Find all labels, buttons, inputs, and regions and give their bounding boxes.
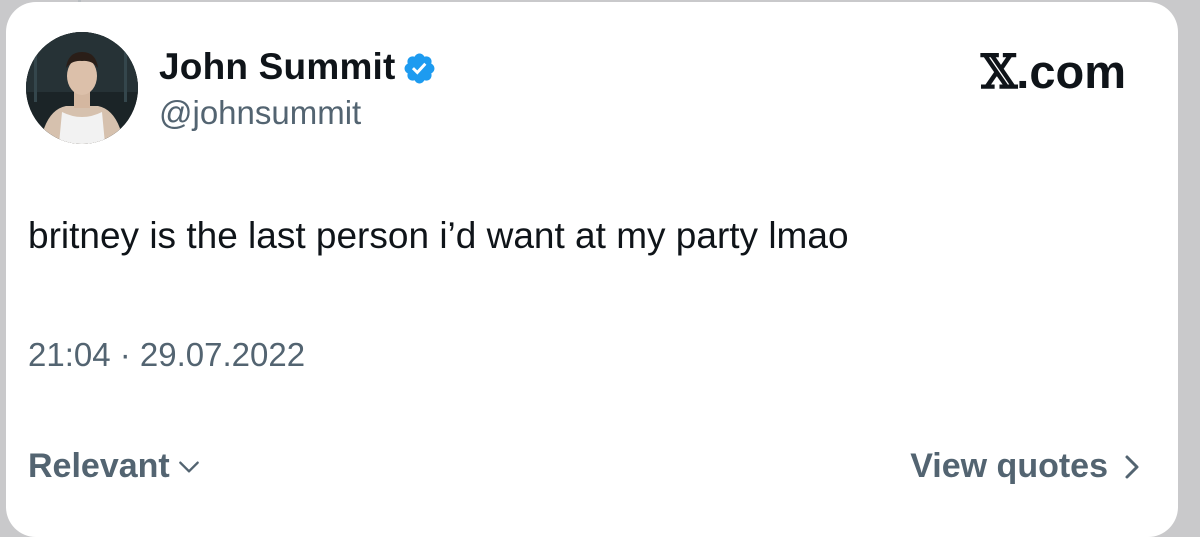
author-name[interactable]: John Summit	[159, 46, 396, 88]
tweet-text: britney is the last person i’d want at m…	[28, 215, 849, 256]
view-quotes-button[interactable]: View quotes	[910, 447, 1142, 486]
chevron-down-icon	[178, 460, 199, 473]
brand-suffix: .com	[1016, 45, 1126, 98]
tweet-timestamp[interactable]: 21:04 · 29.07.2022	[28, 336, 305, 374]
sort-label: Relevant	[28, 447, 170, 485]
author-handle[interactable]: @johnsummit	[159, 94, 361, 132]
verified-badge-icon	[404, 53, 435, 84]
avatar-image	[26, 32, 138, 144]
avatar[interactable]	[26, 32, 138, 144]
x-logo: 𝕏.com	[981, 44, 1126, 100]
chevron-right-icon	[1125, 455, 1139, 478]
view-quotes-label: View quotes	[910, 447, 1108, 485]
sort-replies-button[interactable]: Relevant	[28, 447, 202, 486]
x-logo-icon: 𝕏	[980, 45, 1017, 100]
tweet-card: John Summit @johnsummit 𝕏.com britney is…	[6, 2, 1178, 537]
